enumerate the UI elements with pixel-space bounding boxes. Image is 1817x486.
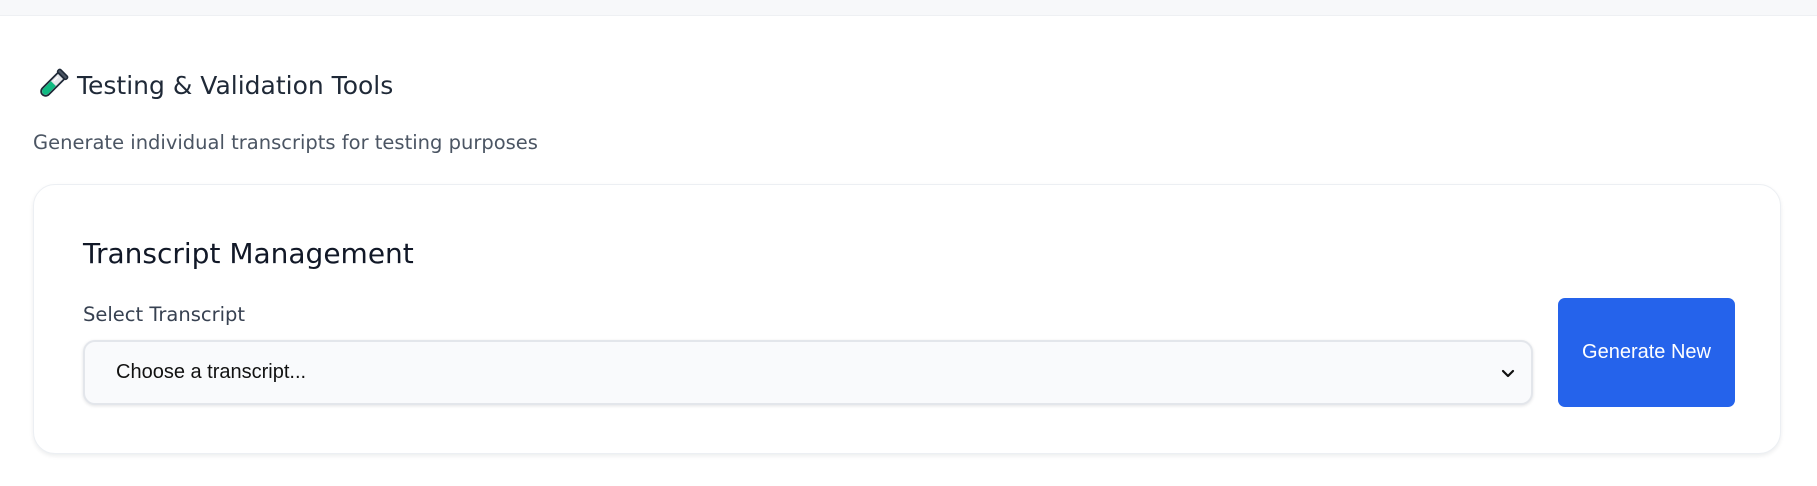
transcript-select[interactable]: Choose a transcript...	[83, 340, 1533, 405]
transcript-select-value: Choose a transcript...	[116, 361, 307, 383]
section-title: Testing & Validation Tools	[77, 70, 394, 100]
card-title: Transcript Management	[83, 237, 414, 270]
top-strip	[0, 0, 1817, 16]
section-header: Testing & Validation Tools	[33, 60, 1785, 110]
testing-tools-section: Testing & Validation Tools Generate indi…	[33, 60, 1785, 154]
section-subtitle: Generate individual transcripts for test…	[33, 131, 538, 154]
chevron-down-icon	[1499, 364, 1517, 382]
select-transcript-label: Select Transcript	[83, 303, 246, 326]
test-tube-icon	[33, 66, 71, 104]
transcript-management-card: Transcript Management Select Transcript …	[33, 184, 1781, 454]
generate-new-button[interactable]: Generate New	[1558, 298, 1735, 407]
